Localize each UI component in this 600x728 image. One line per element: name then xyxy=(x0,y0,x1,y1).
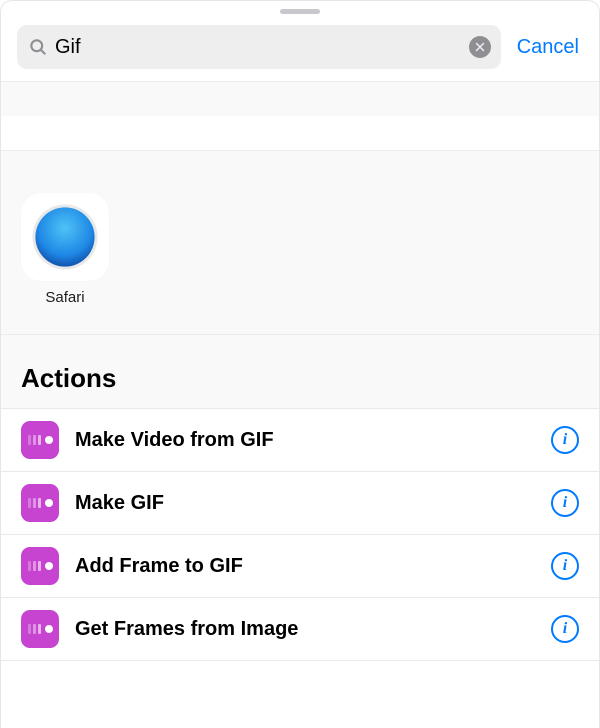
info-icon[interactable]: i xyxy=(551,489,579,517)
action-row-get-frames-from-image[interactable]: Get Frames from Image i xyxy=(1,597,599,661)
app-item-safari[interactable]: Safari xyxy=(21,193,109,306)
action-row-make-video-from-gif[interactable]: Make Video from GIF i xyxy=(1,408,599,471)
info-icon[interactable]: i xyxy=(551,615,579,643)
search-field[interactable] xyxy=(17,25,501,69)
info-icon[interactable]: i xyxy=(551,552,579,580)
action-label: Make GIF xyxy=(75,492,535,515)
action-row-make-gif[interactable]: Make GIF i xyxy=(1,471,599,534)
gif-icon xyxy=(21,547,59,585)
action-label: Make Video from GIF xyxy=(75,429,535,452)
action-label: Add Frame to GIF xyxy=(75,555,535,578)
gif-icon xyxy=(21,484,59,522)
cancel-button[interactable]: Cancel xyxy=(513,36,583,59)
search-icon xyxy=(27,36,49,58)
apps-section: Safari xyxy=(1,150,599,335)
actions-section-title: Actions xyxy=(1,335,599,408)
actions-list: Make Video from GIF i Make GIF i Add Fra… xyxy=(1,408,599,661)
search-input[interactable] xyxy=(49,36,469,59)
clear-search-icon[interactable] xyxy=(469,36,491,58)
sheet-grabber[interactable] xyxy=(280,9,320,14)
gif-icon xyxy=(21,610,59,648)
gif-icon xyxy=(21,421,59,459)
info-icon[interactable]: i xyxy=(551,426,579,454)
spacer xyxy=(1,82,599,116)
app-label: Safari xyxy=(45,289,84,306)
action-label: Get Frames from Image xyxy=(75,618,535,641)
action-search-sheet: Cancel xyxy=(0,0,600,728)
safari-icon xyxy=(21,193,109,281)
action-row-add-frame-to-gif[interactable]: Add Frame to GIF i xyxy=(1,534,599,597)
